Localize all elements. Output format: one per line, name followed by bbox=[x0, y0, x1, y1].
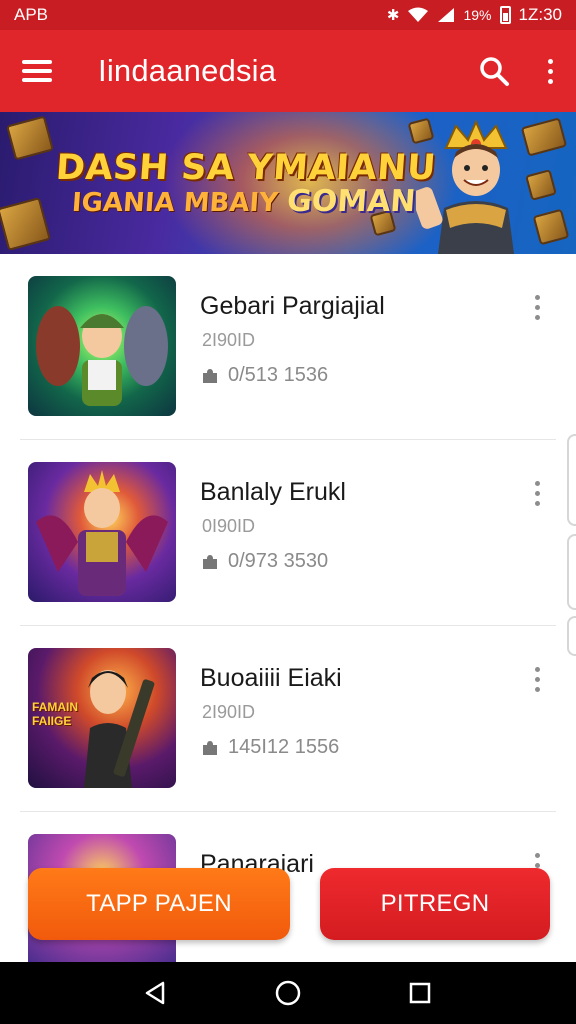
coin-tile-icon bbox=[0, 197, 51, 251]
recents-button[interactable] bbox=[400, 973, 440, 1013]
status-icons: ✱ 19% 1Z:30 bbox=[387, 5, 562, 25]
banner-headline: DASH SA YMAIANU bbox=[54, 148, 438, 188]
status-bar: APB ✱ 19% 1Z:30 bbox=[0, 0, 576, 30]
game-meta: 145I12 1556 bbox=[200, 736, 339, 759]
app-screen: APB ✱ 19% 1Z:30 Iindaanedsia DASH SA YMA… bbox=[0, 0, 576, 1024]
app-title: Iindaanedsia bbox=[98, 53, 277, 88]
overflow-menu-button[interactable] bbox=[524, 30, 576, 112]
system-nav-bar bbox=[0, 962, 576, 1024]
scroll-handle[interactable] bbox=[567, 534, 576, 610]
puzzle-icon bbox=[203, 740, 217, 755]
thumb-label: FAMAIN FAIIGE bbox=[32, 700, 78, 728]
game-meta: 0/513 1536 bbox=[200, 364, 328, 387]
game-subtitle: 2I90ID bbox=[202, 702, 256, 722]
more-vert-icon bbox=[534, 666, 540, 692]
home-circle-icon bbox=[275, 980, 301, 1006]
list-item[interactable]: FAMAIN FAIIGE Buoaiiii Eiaki 2I90ID 145I… bbox=[20, 626, 556, 812]
item-more-button[interactable] bbox=[526, 664, 548, 694]
more-vert-icon bbox=[547, 58, 553, 84]
banner-subline: IGANIA MBAIY GOMAN bbox=[71, 184, 417, 219]
menu-button[interactable] bbox=[0, 30, 74, 112]
hamburger-icon bbox=[22, 60, 52, 82]
more-vert-icon bbox=[534, 480, 540, 506]
signal-icon bbox=[438, 8, 455, 22]
game-stats: 0/513 1536 bbox=[228, 364, 329, 386]
banner-subline-b: GOMAN bbox=[285, 184, 417, 219]
carrier-label: APB bbox=[14, 5, 49, 24]
scroll-handle[interactable] bbox=[567, 434, 576, 526]
search-button[interactable] bbox=[464, 30, 524, 112]
more-vert-icon bbox=[534, 294, 540, 320]
hero-character-image bbox=[416, 119, 514, 254]
secondary-action-button[interactable]: PITREGN bbox=[320, 868, 550, 940]
game-subtitle: 2I90ID bbox=[202, 330, 256, 350]
search-icon bbox=[480, 57, 509, 86]
battery-percent: 19% bbox=[463, 7, 492, 23]
game-meta: 0/973 3530 bbox=[200, 550, 328, 573]
promo-banner[interactable]: DASH SA YMAIANU IGANIA MBAIY GOMAN bbox=[0, 112, 576, 254]
app-bar: Iindaanedsia bbox=[0, 30, 576, 112]
scroll-handle[interactable] bbox=[567, 616, 576, 656]
banner-subline-a: IGANIA MBAIY bbox=[70, 188, 280, 218]
game-title: Gebari Pargiajial bbox=[200, 292, 385, 320]
home-button[interactable] bbox=[268, 973, 308, 1013]
game-subtitle: 0I90ID bbox=[202, 516, 256, 536]
item-more-button[interactable] bbox=[526, 478, 548, 508]
recents-square-icon bbox=[409, 982, 431, 1004]
coin-tile-icon bbox=[532, 208, 570, 246]
game-thumbnail bbox=[28, 462, 176, 602]
puzzle-icon bbox=[203, 554, 217, 569]
wifi-icon bbox=[408, 7, 429, 22]
game-stats: 145I12 1556 bbox=[228, 736, 340, 758]
game-title: Banlaly Erukl bbox=[200, 478, 346, 506]
list-item[interactable]: Banlaly Erukl 0I90ID 0/973 3530 bbox=[20, 440, 556, 626]
primary-action-button[interactable]: TAPP PAJEN bbox=[28, 868, 290, 940]
back-button[interactable] bbox=[136, 973, 176, 1013]
game-thumbnail bbox=[28, 276, 176, 416]
bluetooth-icon: ✱ bbox=[386, 7, 400, 24]
puzzle-icon bbox=[203, 368, 217, 383]
clock: 1Z:30 bbox=[518, 5, 562, 24]
game-thumbnail: FAMAIN FAIIGE bbox=[28, 648, 176, 788]
item-more-button[interactable] bbox=[526, 292, 548, 322]
game-stats: 0/973 3530 bbox=[228, 550, 329, 572]
list-item[interactable]: Gebari Pargiajial 2I90ID 0/513 1536 bbox=[20, 254, 556, 440]
battery-icon bbox=[499, 6, 511, 24]
action-bar: TAPP PAJEN PITREGN bbox=[0, 864, 576, 944]
game-title: Buoaiiii Eiaki bbox=[200, 664, 342, 692]
back-triangle-icon bbox=[145, 981, 165, 1005]
coin-tile-icon bbox=[6, 115, 54, 161]
